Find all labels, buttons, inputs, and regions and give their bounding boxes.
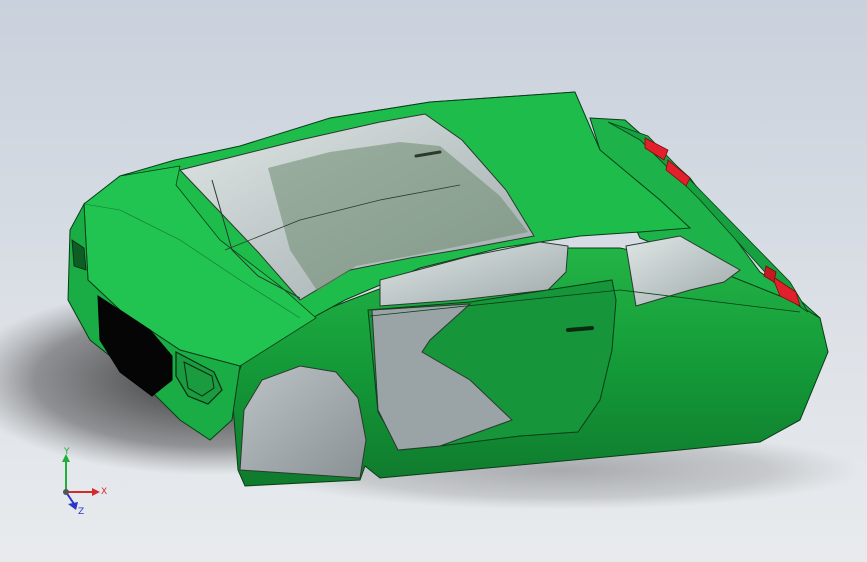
triad-origin bbox=[63, 489, 69, 495]
x-axis-arrowhead bbox=[92, 488, 100, 496]
x-axis-label: X bbox=[101, 487, 107, 497]
door-handle[interactable] bbox=[566, 326, 594, 332]
y-axis-label: Y bbox=[63, 447, 70, 457]
coordinate-triad[interactable]: Y X Z bbox=[48, 446, 118, 518]
car-body-model[interactable] bbox=[0, 0, 867, 562]
z-axis-arrowhead bbox=[68, 502, 78, 510]
graphics-viewport[interactable]: Y X Z bbox=[0, 0, 867, 562]
z-axis-label: Z bbox=[78, 507, 84, 517]
